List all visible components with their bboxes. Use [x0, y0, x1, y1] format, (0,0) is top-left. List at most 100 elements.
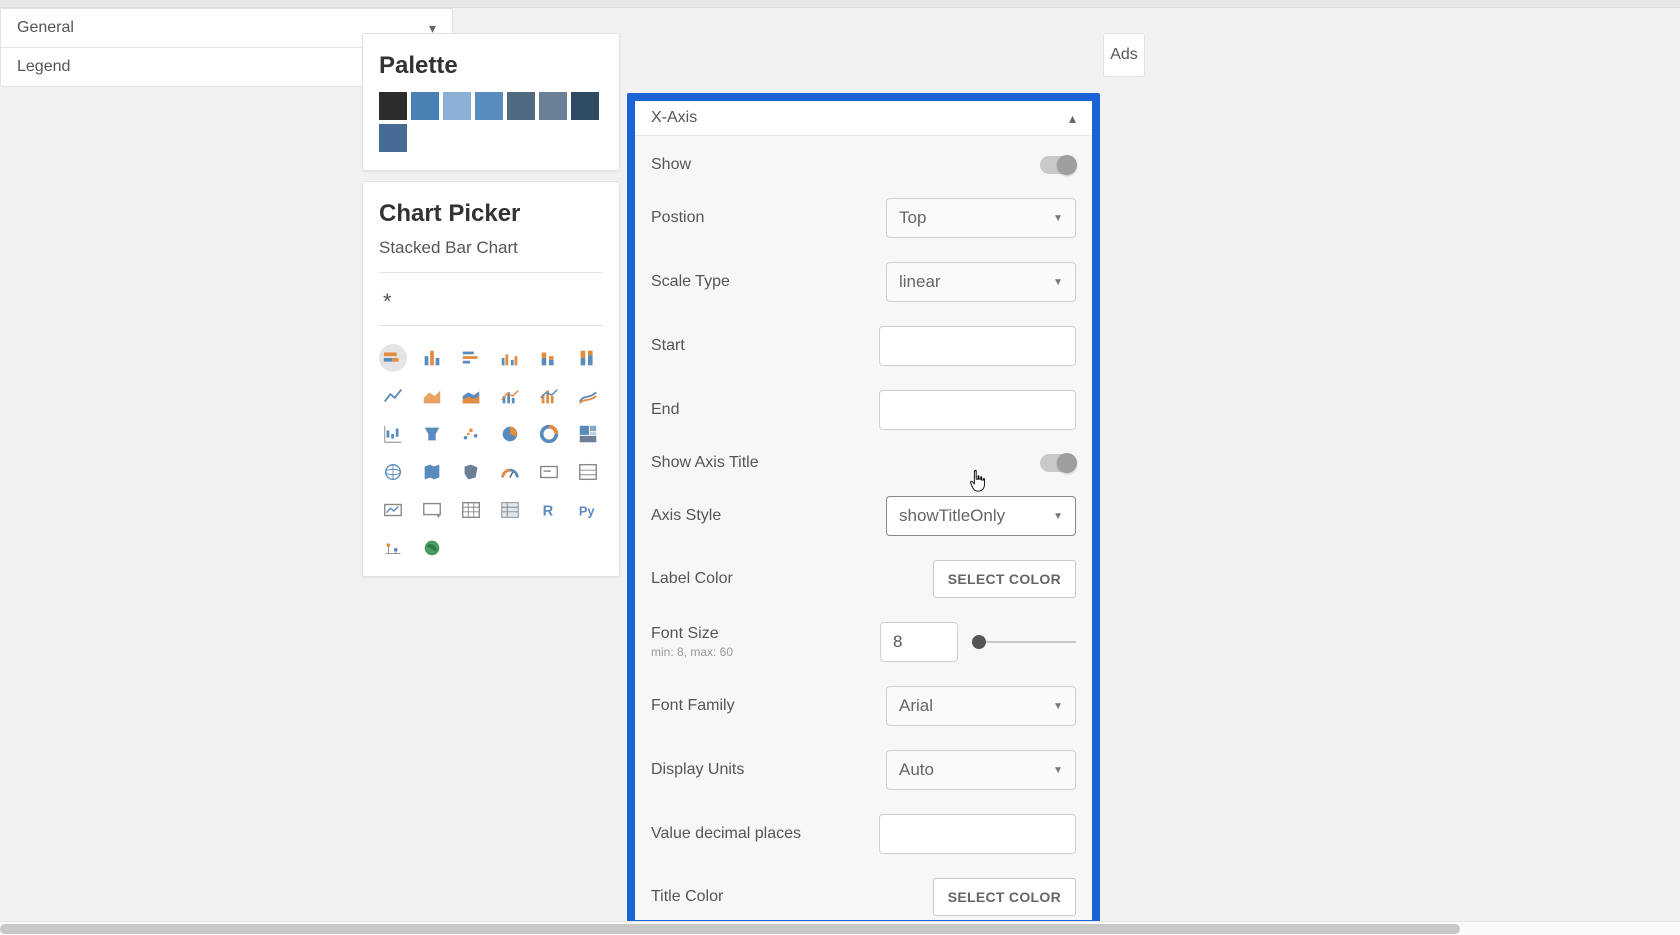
font-size-input[interactable] [880, 622, 958, 662]
label-color-label: Label Color [651, 570, 733, 588]
shape-map-icon[interactable] [457, 458, 485, 486]
svg-text:Py: Py [579, 504, 596, 519]
value-decimal-places-label: Value decimal places [651, 825, 801, 843]
dropdown-icon: ▼ [1053, 765, 1063, 776]
font-family-label: Font Family [651, 697, 735, 715]
position-label: Postion [651, 209, 704, 227]
chart-picker-title: Chart Picker [379, 200, 603, 228]
svg-text:R: R [543, 504, 554, 520]
palette-panel: Palette [362, 33, 620, 171]
r-script-icon[interactable]: R [535, 496, 563, 524]
ads-label: Ads [1110, 46, 1138, 64]
start-input[interactable] [879, 326, 1076, 366]
palette-swatch[interactable] [539, 92, 567, 120]
title-color-label: Title Color [651, 888, 723, 906]
dropdown-icon: ▼ [1053, 511, 1063, 522]
palette-swatch[interactable] [571, 92, 599, 120]
chevron-up-icon: ▴ [1069, 110, 1076, 127]
line-chart-icon[interactable] [379, 382, 407, 410]
title-color-button[interactable]: SELECT COLOR [933, 878, 1076, 916]
dropdown-icon: ▼ [1053, 277, 1063, 288]
font-size-label: Font Size [651, 625, 733, 643]
axis-style-select[interactable]: showTitleOnly ▼ [886, 496, 1076, 536]
accordion-label: Legend [17, 58, 70, 76]
accordion-x-axis[interactable]: X-Axis ▴ [635, 101, 1092, 136]
select-value: linear [899, 272, 941, 292]
empty-icon [496, 534, 524, 562]
label-color-button[interactable]: SELECT COLOR [933, 560, 1076, 598]
scrollbar-thumb[interactable] [0, 924, 1460, 934]
globe-icon[interactable] [379, 458, 407, 486]
chart-picker-subtitle: Stacked Bar Chart [379, 238, 603, 258]
column-chart-icon[interactable] [418, 344, 446, 372]
bar-chart-icon[interactable] [457, 344, 485, 372]
kpi-icon[interactable] [379, 496, 407, 524]
select-value: Arial [899, 696, 933, 716]
dropdown-icon: ▼ [1053, 701, 1063, 712]
palette-swatch[interactable] [507, 92, 535, 120]
filled-map-icon[interactable] [418, 458, 446, 486]
empty-icon [457, 534, 485, 562]
stacked-column-icon[interactable] [535, 344, 563, 372]
asterisk-icon[interactable]: * [379, 283, 603, 321]
accordion-label: X-Axis [651, 109, 697, 127]
show-toggle[interactable] [1040, 156, 1076, 174]
palette-swatches [379, 92, 603, 152]
palette-swatch[interactable] [443, 92, 471, 120]
select-value: showTitleOnly [899, 506, 1005, 526]
multi-row-card-icon[interactable] [574, 458, 602, 486]
scale-type-label: Scale Type [651, 273, 730, 291]
slicer-icon[interactable] [418, 496, 446, 524]
empty-icon [574, 534, 602, 562]
waterfall-chart-icon[interactable] [379, 420, 407, 448]
palette-title: Palette [379, 52, 603, 80]
horizontal-scrollbar[interactable] [0, 921, 1680, 935]
combo-chart-2-icon[interactable] [535, 382, 563, 410]
select-value: Auto [899, 760, 934, 780]
stacked-bar-chart-icon[interactable] [379, 344, 407, 372]
palette-swatch[interactable] [379, 92, 407, 120]
area-chart-icon[interactable] [418, 382, 446, 410]
pie-chart-icon[interactable] [496, 420, 524, 448]
x-axis-section: X-Axis ▴ Show Postion Top ▼ Scale Type l… [627, 93, 1100, 928]
end-label: End [651, 401, 679, 419]
matrix-icon[interactable] [496, 496, 524, 524]
empty-icon [535, 534, 563, 562]
stacked-area-chart-icon[interactable] [457, 382, 485, 410]
end-input[interactable] [879, 390, 1076, 430]
key-influencers-icon[interactable] [379, 534, 407, 562]
gauge-chart-icon[interactable] [496, 458, 524, 486]
python-script-icon[interactable]: Py [574, 496, 602, 524]
chart-icon-grid: R Py [379, 336, 603, 562]
donut-chart-icon[interactable] [535, 420, 563, 448]
dropdown-icon: ▼ [1053, 213, 1063, 224]
display-units-label: Display Units [651, 761, 744, 779]
font-size-slider[interactable] [972, 641, 1076, 643]
position-select[interactable]: Top ▼ [886, 198, 1076, 238]
palette-swatch[interactable] [411, 92, 439, 120]
font-size-hint: min: 8, max: 60 [651, 645, 733, 659]
scale-type-select[interactable]: linear ▼ [886, 262, 1076, 302]
display-units-select[interactable]: Auto ▼ [886, 750, 1076, 790]
font-family-select[interactable]: Arial ▼ [886, 686, 1076, 726]
clustered-column-icon[interactable] [496, 344, 524, 372]
show-label: Show [651, 156, 691, 174]
treemap-chart-icon[interactable] [574, 420, 602, 448]
ads-button[interactable]: Ads [1103, 33, 1145, 77]
table-icon[interactable] [457, 496, 485, 524]
scatter-chart-icon[interactable] [457, 420, 485, 448]
ribbon-chart-icon[interactable] [574, 382, 602, 410]
palette-swatch[interactable] [379, 124, 407, 152]
start-label: Start [651, 337, 685, 355]
value-decimal-places-input[interactable] [879, 814, 1076, 854]
funnel-chart-icon[interactable] [418, 420, 446, 448]
combo-chart-icon[interactable] [496, 382, 524, 410]
100pct-stacked-column-icon[interactable] [574, 344, 602, 372]
select-value: Top [899, 208, 926, 228]
divider [379, 272, 603, 273]
card-icon[interactable] [535, 458, 563, 486]
show-axis-title-label: Show Axis Title [651, 454, 759, 472]
palette-swatch[interactable] [475, 92, 503, 120]
show-axis-title-toggle[interactable] [1040, 454, 1076, 472]
arcgis-map-icon[interactable] [418, 534, 446, 562]
